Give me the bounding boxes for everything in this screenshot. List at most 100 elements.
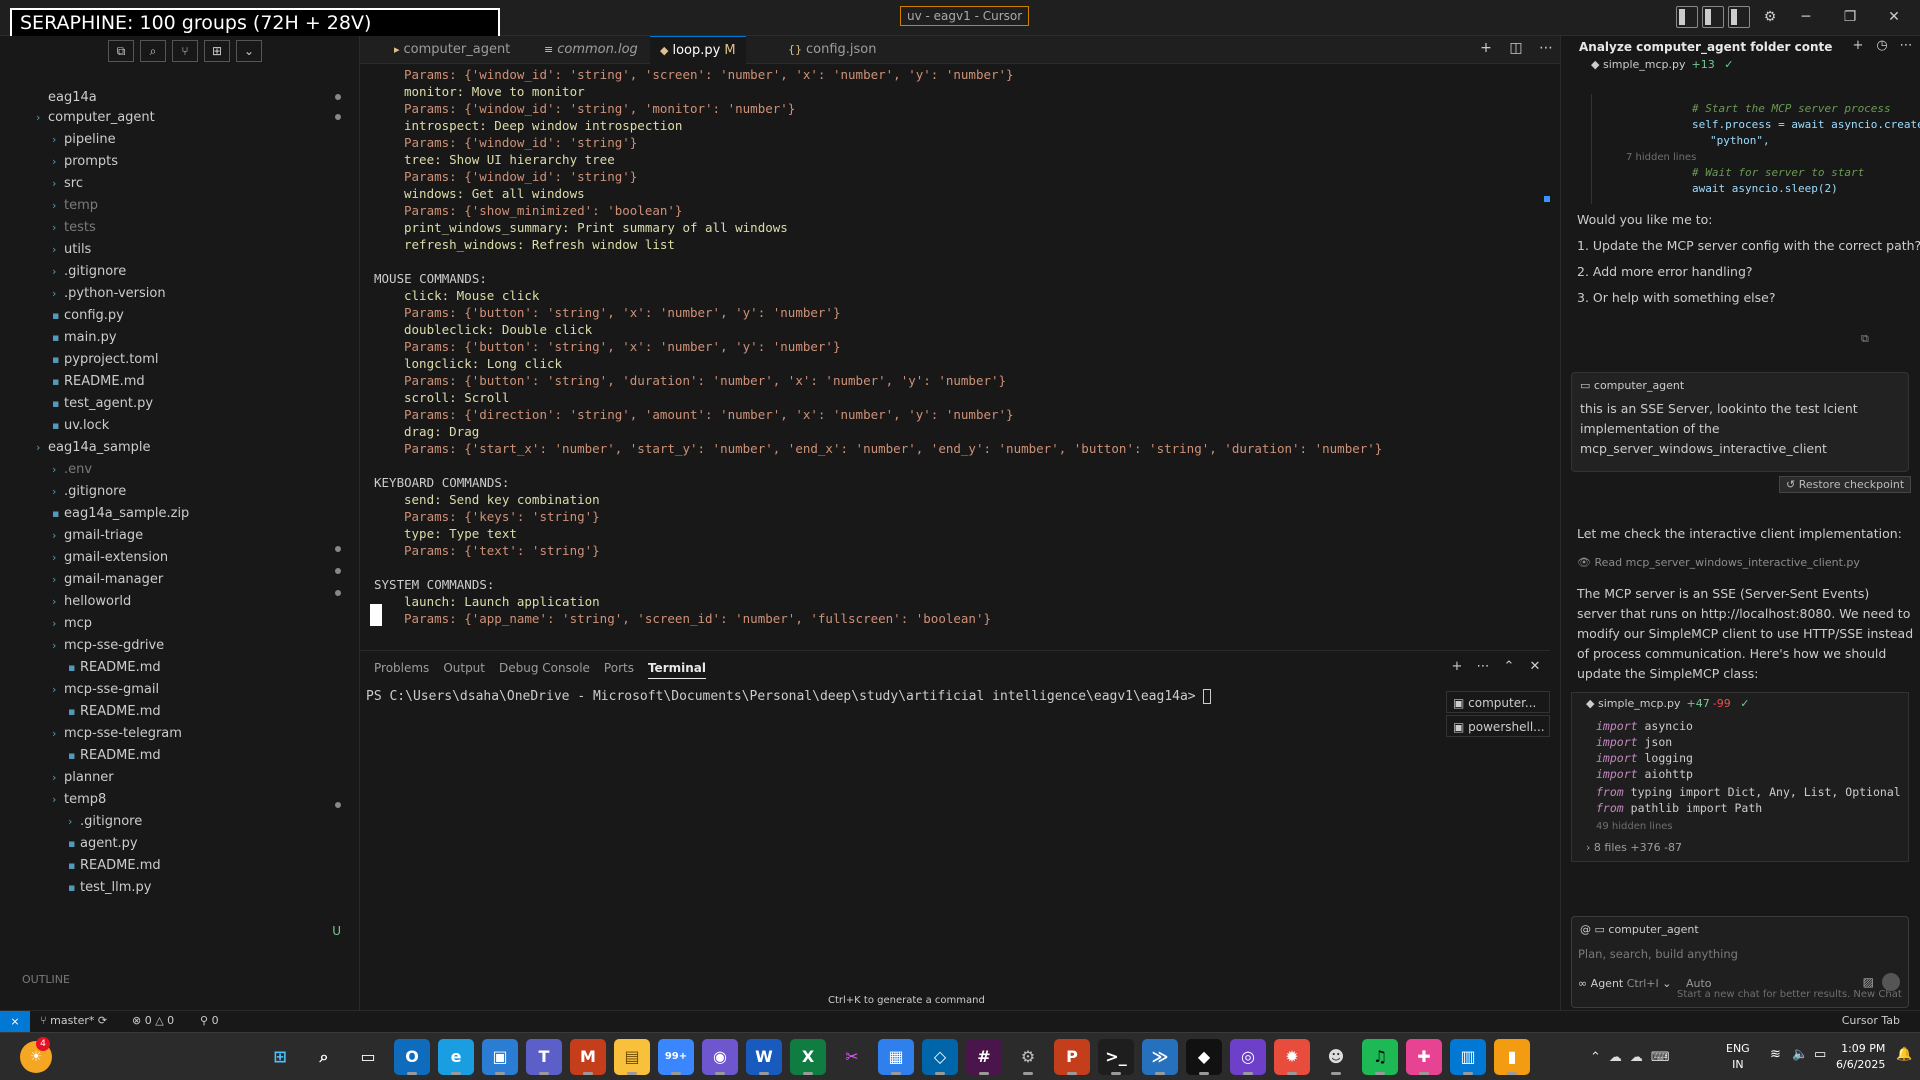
tree-item[interactable]: ▪ pyproject.toml — [52, 350, 159, 370]
tree-item[interactable]: › eag14a_sample — [36, 438, 151, 458]
taskbar-app-spotify-icon[interactable]: ♫ — [1362, 1039, 1398, 1075]
tree-item[interactable]: › mcp — [52, 614, 92, 634]
tree-item[interactable]: › temp8 — [52, 790, 106, 810]
tree-item[interactable]: › mcp-sse-gmail — [52, 680, 159, 700]
cloud-sync-icon[interactable]: ☁ — [1630, 1050, 1643, 1065]
tab-common-log[interactable]: ≡ common.log — [534, 36, 648, 64]
tree-item[interactable]: ▪ README.md — [68, 702, 161, 722]
tree-item[interactable]: › gmail-extension — [52, 548, 168, 568]
taskbar-app-rdp-icon[interactable]: ▥ — [1450, 1039, 1486, 1075]
tab-computer-agent[interactable]: ▸ computer_agent — [384, 36, 520, 64]
outline-section[interactable]: OUTLINE — [22, 970, 70, 990]
taskbar-app-task-view-icon[interactable]: ▭ — [350, 1039, 386, 1075]
keyboard-icon[interactable]: ⌨ — [1651, 1050, 1670, 1065]
tab-problems[interactable]: Problems — [374, 657, 429, 679]
taskbar-app-cursor-icon[interactable]: ◆ — [1186, 1039, 1222, 1075]
image-attach-icon[interactable]: ▨ — [1863, 975, 1874, 989]
tree-item[interactable]: ▪ README.md — [68, 856, 161, 876]
maximize-panel-icon[interactable]: ⌃ — [1500, 659, 1518, 674]
more-actions-icon[interactable]: ⋯ — [1898, 38, 1914, 53]
tree-item[interactable]: › computer_agent — [36, 108, 155, 128]
language-indicator[interactable]: ENG IN — [1726, 1041, 1750, 1073]
input-context-chip[interactable]: @ ▭ computer_agent — [1580, 923, 1699, 936]
tab-output[interactable]: Output — [443, 657, 485, 679]
taskbar-app-snip-icon[interactable]: ✂ — [834, 1039, 870, 1075]
more-actions-icon[interactable]: ⋯ — [1474, 659, 1492, 674]
taskbar-app-settings-icon[interactable]: ⚙ — [1010, 1039, 1046, 1075]
git-branch[interactable]: ⑂ master* ⟳ — [40, 1014, 107, 1027]
settings-gear-icon[interactable]: ⚙ — [1752, 4, 1788, 30]
taskbar-app-slack-icon[interactable]: # — [966, 1039, 1002, 1075]
cursor-tab-status[interactable]: Cursor Tab — [1842, 1014, 1900, 1027]
tray-overflow-icon[interactable]: ⌃ — [1590, 1050, 1601, 1065]
taskbar-app-excel-icon[interactable]: X — [790, 1039, 826, 1075]
clock[interactable]: 1:09 PM 6/6/2025 — [1836, 1041, 1885, 1073]
ports-count[interactable]: ⚲ 0 — [200, 1014, 219, 1027]
tab-loop-py[interactable]: ◆ loop.py M — [650, 36, 746, 64]
new-terminal-icon[interactable]: + — [1448, 659, 1466, 674]
tree-item[interactable]: ▪ main.py — [52, 328, 117, 348]
tree-item[interactable]: › pipeline — [52, 130, 116, 150]
taskbar-app-word-icon[interactable]: W — [746, 1039, 782, 1075]
tree-item[interactable]: › temp — [52, 196, 98, 216]
remote-indicator[interactable]: ⨯ — [0, 1011, 30, 1033]
taskbar-app-powerpoint-icon[interactable]: P — [1054, 1039, 1090, 1075]
new-chat-hint[interactable]: Start a new chat for better results. New… — [1677, 989, 1902, 1000]
taskbar-app-chat-99-icon[interactable]: 99+ — [658, 1039, 694, 1075]
chevron-down-icon[interactable]: ⌄ — [236, 40, 262, 62]
taskbar-app-explorer-icon[interactable]: ▤ — [614, 1039, 650, 1075]
terminal-line[interactable]: PS C:\Users\dsaha\OneDrive - Microsoft\D… — [366, 689, 1212, 704]
chat-input-placeholder[interactable]: Plan, search, build anything — [1578, 947, 1738, 961]
close-panel-icon[interactable]: ✕ — [1526, 659, 1544, 674]
taskbar-app-vscode-icon[interactable]: ◇ — [922, 1039, 958, 1075]
tree-item[interactable]: › .gitignore — [52, 482, 126, 502]
source-control-icon[interactable]: ⑂ — [172, 40, 198, 62]
wifi-icon[interactable]: ≋ — [1770, 1047, 1781, 1062]
user-message[interactable]: ▭ computer_agent this is an SSE Server, … — [1571, 372, 1909, 472]
taskbar-app-outlook-icon[interactable]: O — [394, 1039, 430, 1075]
tree-item[interactable]: › .python-version — [52, 284, 166, 304]
tree-item[interactable]: ▪ eag14a_sample.zip — [52, 504, 189, 524]
tab-terminal[interactable]: Terminal — [647, 657, 706, 679]
tree-item[interactable]: › mcp-sse-gdrive — [52, 636, 164, 656]
tree-item[interactable]: ▪ README.md — [68, 746, 161, 766]
battery-icon[interactable]: ▭ — [1814, 1047, 1826, 1062]
restore-checkpoint-button[interactable]: ↺ Restore checkpoint — [1779, 476, 1912, 493]
tree-item[interactable]: › .env — [52, 460, 92, 480]
maximize-button[interactable]: ❐ — [1832, 4, 1868, 30]
copy-message-icon[interactable]: ⧉ — [1861, 332, 1869, 346]
user-context-chip[interactable]: ▭ computer_agent — [1580, 379, 1684, 392]
history-icon[interactable]: ◷ — [1874, 38, 1890, 53]
close-window-button[interactable]: ✕ — [1876, 4, 1912, 30]
new-file-icon[interactable]: ⧉ — [108, 40, 134, 62]
tree-item[interactable]: › utils — [52, 240, 91, 260]
files-changed-summary[interactable]: › 8 files +376 -87 — [1586, 841, 1682, 854]
taskbar-app-app29-icon[interactable]: ▮ — [1494, 1039, 1530, 1075]
minimize-button[interactable]: ─ — [1788, 4, 1824, 30]
tree-item[interactable]: ▪ uv.lock — [52, 416, 109, 436]
tree-item[interactable]: › .gitignore — [52, 262, 126, 282]
taskbar-app-windows-start-icon[interactable]: ⊞ — [262, 1039, 298, 1075]
taskbar-app-copilot-icon[interactable]: ◉ — [702, 1039, 738, 1075]
toggle-chat-icon[interactable] — [1728, 6, 1750, 28]
changed-file[interactable]: ◆ simple_mcp.py +13 ✓ — [1591, 58, 1733, 71]
tab-debug-console[interactable]: Debug Console — [499, 657, 590, 679]
new-tab-icon[interactable]: + — [1476, 40, 1496, 56]
tree-item[interactable]: › gmail-manager — [52, 570, 163, 590]
tree-item[interactable]: › gmail-triage — [52, 526, 143, 546]
tree-item[interactable]: ▪ README.md — [52, 372, 145, 392]
tree-item[interactable]: ▪ README.md — [68, 658, 161, 678]
split-editor-icon[interactable]: ◫ — [1506, 40, 1526, 56]
extensions-icon[interactable]: ⊞ — [204, 40, 230, 62]
tab-ports[interactable]: Ports — [604, 657, 634, 679]
terminal-item[interactable]: ▣ computer... — [1446, 691, 1550, 713]
taskbar-app-app6-icon[interactable]: ▣ — [482, 1039, 518, 1075]
taskbar-app-edge-icon[interactable]: e — [438, 1039, 474, 1075]
tab-config-json[interactable]: {} config.json — [778, 36, 887, 64]
agent-mode-dropdown[interactable]: ∞ Agent Ctrl+I ⌄ — [1578, 977, 1672, 990]
onedrive-icon[interactable]: ☁ — [1609, 1050, 1622, 1065]
search-icon[interactable]: ⌕ — [140, 40, 166, 62]
tree-item[interactable]: ▪ config.py — [52, 306, 124, 326]
taskbar-app-whiteboard-icon[interactable]: ▦ — [878, 1039, 914, 1075]
taskbar-app-app24-icon[interactable]: ✹ — [1274, 1039, 1310, 1075]
